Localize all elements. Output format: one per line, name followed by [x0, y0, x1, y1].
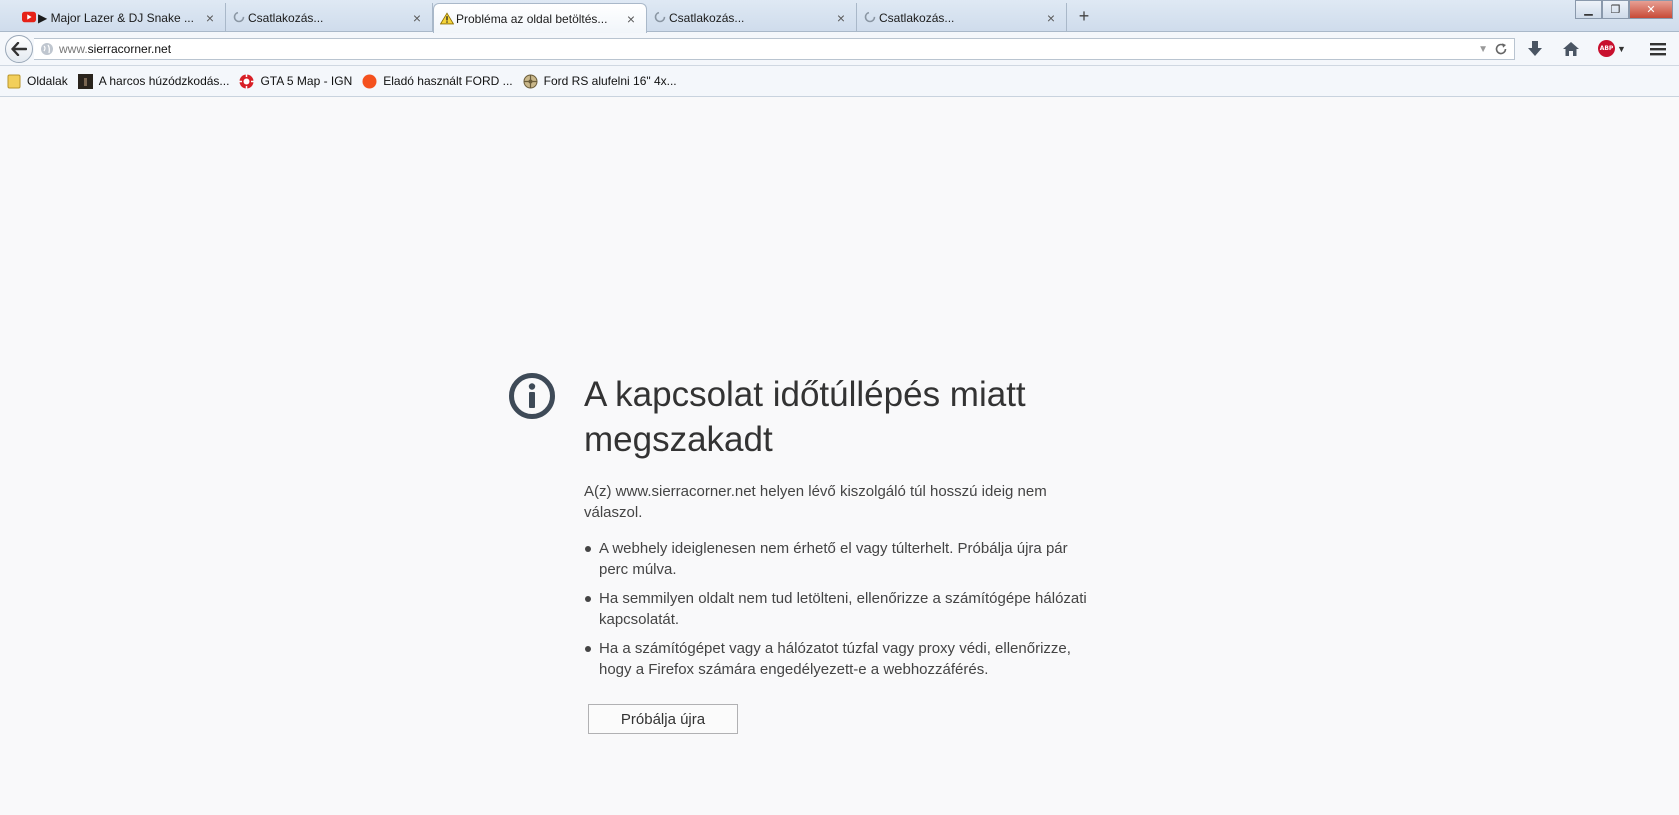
menu-icon[interactable] [1647, 39, 1669, 59]
ign-icon [239, 74, 254, 89]
orange-dot-icon [362, 74, 377, 89]
bookmark-label: A harcos húzódzkodás... [98, 74, 230, 88]
error-suggestions-list: A webhely ideiglenesen nem érhető el vag… [584, 538, 1094, 688]
tab-title: Probléma az oldal betöltés... [456, 11, 608, 26]
tab-title: Csatlakozás... [248, 10, 324, 25]
download-icon[interactable] [1524, 39, 1546, 59]
try-again-button[interactable]: Próbálja újra [588, 704, 738, 734]
restore-button[interactable]: ❐ [1602, 0, 1629, 19]
adblock-icon: ABP [1598, 40, 1615, 57]
info-icon [508, 372, 556, 420]
home-icon[interactable] [1560, 39, 1582, 59]
bookmark-label: Ford RS alufelni 16" 4x... [543, 74, 677, 88]
close-icon[interactable]: × [624, 12, 638, 26]
warning-icon [440, 11, 454, 24]
tab-title: Csatlakozás... [669, 10, 745, 25]
new-tab-button[interactable]: + [1074, 6, 1094, 26]
loading-icon [653, 11, 667, 23]
navigation-toolbar: www.sierracorner.net ▼ ABP ▼ [0, 32, 1679, 66]
reload-icon[interactable] [1494, 42, 1508, 56]
tab-strip: ▶ Major Lazer & DJ Snake ... × Csatlakoz… [0, 0, 1679, 33]
window-controls: ▁ ❐ ✕ [1575, 0, 1673, 19]
chevron-down-icon: ▼ [1617, 43, 1626, 54]
list-item: Ha semmilyen oldalt nem tud letölteni, e… [584, 588, 1094, 630]
bookmark-gta5-map[interactable]: GTA 5 Map - IGN [239, 74, 352, 89]
close-icon[interactable]: × [410, 11, 424, 25]
back-arrow-icon [11, 42, 27, 56]
ford-wheel-icon [523, 74, 538, 89]
globe-icon [40, 42, 54, 56]
tab-error-active[interactable]: Probléma az oldal betöltés... × [433, 3, 647, 33]
folder-icon [6, 74, 21, 89]
tab-connecting-2[interactable]: Csatlakozás... × [647, 3, 857, 32]
bookmark-harcos[interactable]: A harcos húzódzkodás... [77, 73, 230, 89]
url-bar[interactable]: www.sierracorner.net ▼ [34, 38, 1515, 60]
loading-icon [232, 11, 246, 23]
bookmark-elado-ford[interactable]: Eladó használt FORD ... [362, 74, 513, 89]
close-icon[interactable]: × [834, 11, 848, 25]
tab-title: Csatlakozás... [879, 10, 955, 25]
close-icon[interactable]: × [203, 11, 217, 25]
youtube-icon [22, 11, 36, 23]
error-description: A(z) www.sierracorner.net helyen lévő ki… [584, 483, 1047, 521]
tab-connecting-1[interactable]: Csatlakozás... × [226, 3, 433, 32]
tab-title: ▶ Major Lazer & DJ Snake ... [38, 10, 194, 25]
close-icon[interactable]: × [1044, 11, 1058, 25]
bookmark-label: Eladó használt FORD ... [383, 74, 513, 88]
url-domain: sierracorner.net [87, 42, 172, 56]
loading-icon [863, 11, 877, 23]
dark-thumb-icon [77, 73, 93, 89]
list-item: Ha a számítógépet vagy a hálózatot túzfa… [584, 638, 1094, 680]
bookmarks-toolbar: Oldalak A harcos húzódzkodás... GTA 5 Ma… [0, 66, 1679, 97]
back-button[interactable] [5, 35, 33, 63]
tab-youtube[interactable]: ▶ Major Lazer & DJ Snake ... × [16, 3, 226, 32]
bookmark-label: Oldalak [27, 74, 68, 88]
tab-connecting-3[interactable]: Csatlakozás... × [857, 3, 1067, 32]
url-prefix: www. [59, 42, 88, 56]
minimize-button[interactable]: ▁ [1575, 0, 1602, 19]
error-title: A kapcsolat időtúllépés miatt megszakadt [584, 375, 1026, 459]
close-window-button[interactable]: ✕ [1629, 0, 1673, 19]
list-item: A webhely ideiglenesen nem érhető el vag… [584, 538, 1094, 580]
bookmark-ford-rs-alufelni[interactable]: Ford RS alufelni 16" 4x... [523, 74, 677, 89]
bookmark-oldalak[interactable]: Oldalak [6, 74, 68, 89]
url-text[interactable]: www.sierracorner.net [59, 42, 1478, 56]
adblock-plus-button[interactable]: ABP ▼ [1598, 40, 1626, 57]
url-dropdown-icon[interactable]: ▼ [1478, 44, 1488, 55]
bookmark-label: GTA 5 Map - IGN [260, 74, 353, 88]
